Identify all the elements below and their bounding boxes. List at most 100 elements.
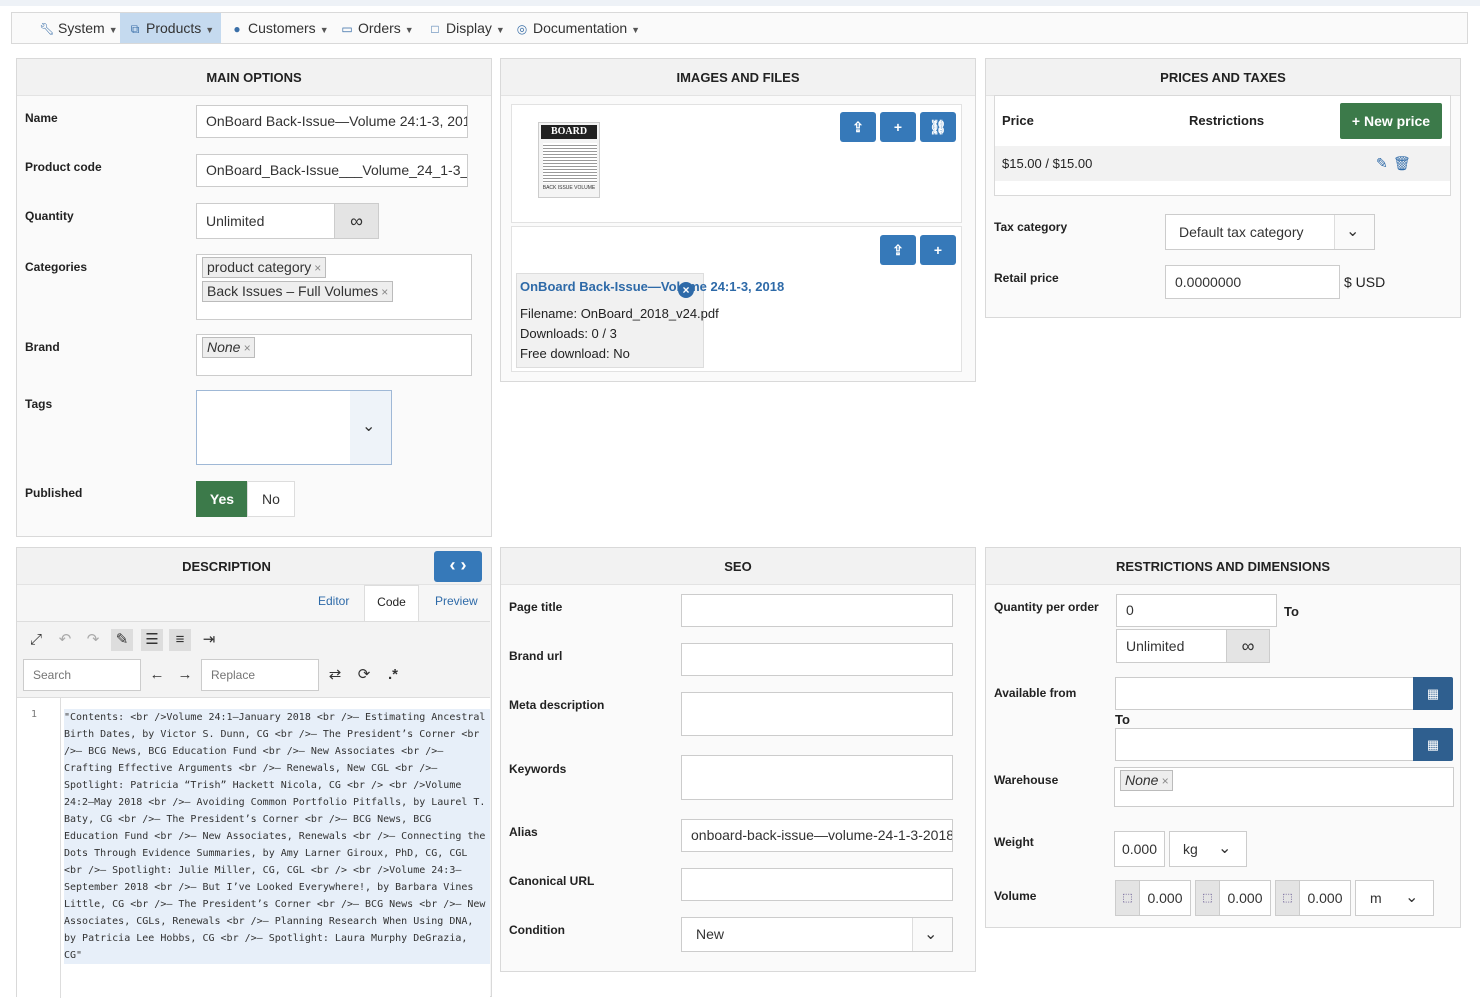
published-label: Published [25,486,83,500]
volume-height-input[interactable]: 0.000 [1299,880,1351,916]
search-input[interactable] [23,659,141,691]
highlight-icon[interactable]: ✎ [111,629,133,651]
add-file-button[interactable]: + [920,235,956,265]
tags-label: Tags [25,397,53,411]
page-title-input[interactable] [681,594,953,627]
volume-unit-select[interactable]: m [1355,880,1434,916]
remove-icon[interactable]: × [1161,774,1168,788]
weight-unit-select[interactable]: kg [1169,831,1247,867]
panel-title: PRICES AND TAXES [986,59,1460,96]
available-from-input[interactable] [1115,677,1415,710]
brand-tag[interactable]: None × [202,337,256,358]
brand-label: Brand [25,340,60,354]
replace-input[interactable] [201,659,319,691]
meta-description-textarea[interactable] [681,692,953,736]
remove-file-icon[interactable]: × [678,282,694,298]
file-title-link[interactable]: OnBoard Back-Issue—Volume 24:1-3, 2018 [520,279,784,294]
cubes-icon: ⧉ [130,22,140,36]
tax-category-label: Tax category [994,220,1068,234]
user-icon: ● [233,22,241,36]
retail-price-input[interactable]: 0.0000000 [1165,265,1340,299]
available-to-input[interactable] [1115,728,1415,761]
product-thumbnail[interactable]: BOARD BACK ISSUE VOLUME [538,122,600,198]
warehouse-tag[interactable]: None × [1120,770,1174,791]
replace-icon[interactable]: ⇄ [324,664,346,686]
add-image-button[interactable]: + [880,112,916,142]
menu-products[interactable]: ⧉ Products ▼ [120,13,222,43]
undo-icon[interactable]: ↶ [54,629,76,651]
quantity-per-order-label: Quantity per order [994,600,1099,614]
replace-all-icon[interactable]: ⟳ [353,664,375,686]
alias-input[interactable]: onboard-back-issue—volume-24-1-3-2018 [681,819,953,852]
upload-image-button[interactable]: ⇪ [840,112,876,142]
canonical-url-label: Canonical URL [509,874,595,888]
quantity-label: Quantity [25,209,74,223]
quantity-unlimited-toggle[interactable]: ∞ [334,203,379,239]
remove-icon[interactable]: × [314,261,321,275]
price-value: $15.00 / $15.00 [1002,156,1093,171]
weight-label: Weight [994,835,1034,849]
category-tag[interactable]: Back Issues – Full Volumes × [202,281,394,302]
keywords-textarea[interactable] [681,755,953,800]
keywords-label: Keywords [509,762,567,776]
upload-file-button[interactable]: ⇪ [880,235,916,265]
menu-documentation[interactable]: ◎ Documentation ▼ [507,13,647,43]
upload-icon: ⇪ [852,119,864,135]
product-code-input[interactable]: OnBoard_Back-Issue___Volume_24_1-3__2018 [196,154,468,187]
delete-price-icon[interactable]: 🗑︎ [1393,155,1411,172]
code-gutter: 1 [17,698,61,998]
plus-icon: + [933,242,943,258]
length-icon: ⬚ [1115,880,1140,916]
published-yes-button[interactable]: Yes [196,481,248,517]
link-image-button[interactable]: ⛓︎ [920,112,956,142]
redo-icon[interactable]: ↷ [82,629,104,651]
category-tag[interactable]: product category × [202,257,327,278]
chevron-down-icon: ⌄ [362,418,376,435]
calendar-icon[interactable]: ▦ [1413,677,1453,710]
tab-preview[interactable]: Preview [435,594,478,608]
published-no-button[interactable]: No [247,481,295,517]
plus-icon: + [893,119,903,135]
panel-title: MAIN OPTIONS [17,59,491,96]
remove-icon[interactable]: × [381,285,388,299]
menu-customers[interactable]: ● Customers ▼ [222,13,336,43]
indent-icon[interactable]: ⇥ [198,629,220,651]
code-toggle-button[interactable]: ‹ › [434,551,482,582]
volume-label: Volume [994,889,1037,903]
chevron-down-icon: ⌄ [1405,889,1419,906]
alias-label: Alias [509,825,538,839]
remove-icon[interactable]: × [243,341,250,355]
link-icon: ⛓︎ [929,119,947,135]
line-numbers-icon[interactable]: ☰ [141,629,163,651]
regex-icon[interactable]: .* [382,664,404,686]
canonical-url-input[interactable] [681,868,953,901]
quantity-max-input[interactable]: Unlimited [1116,629,1228,663]
tab-code[interactable]: Code [364,585,419,621]
code-editor[interactable]: 1 "Contents: <br />Volume 24:1—January 2… [17,697,490,998]
volume-width-input[interactable]: 0.000 [1219,880,1271,916]
square-icon: □ [431,22,439,36]
volume-length-input[interactable]: 0.000 [1139,880,1191,916]
code-content[interactable]: "Contents: <br />Volume 24:1—January 201… [64,709,490,964]
menu-system[interactable]: 🔧︎ System ▼ [32,13,125,43]
main-menubar: 🔧︎ System ▼ ⧉ Products ▼ ● Customers ▼ ▭ Orders… [11,12,1468,44]
name-input[interactable]: OnBoard Back-Issue—Volume 24:1-3, 2018 [196,105,468,138]
new-price-button[interactable]: + New price [1340,103,1442,139]
menu-orders[interactable]: ▭ Orders ▼ [332,13,421,43]
brand-url-input[interactable] [681,643,953,676]
file-filename: Filename: OnBoard_2018_v24.pdf [520,306,719,321]
quantity-min-input[interactable]: 0 [1116,594,1277,627]
panel-title: DESCRIPTION [17,548,491,585]
calendar-icon[interactable]: ▦ [1413,728,1453,761]
menu-display[interactable]: □ Display ▼ [420,13,512,43]
tab-editor[interactable]: Editor [318,594,349,608]
restrictions-column-header: Restrictions [1189,113,1265,128]
weight-input[interactable]: 0.000 [1114,831,1165,867]
find-previous-icon[interactable]: ← [146,664,168,686]
edit-price-icon[interactable]: ✎ [1376,155,1388,172]
find-next-icon[interactable]: → [174,664,196,686]
quantity-max-unlimited-toggle[interactable]: ∞ [1226,629,1270,663]
wrap-icon[interactable]: ≡ [169,629,191,651]
quantity-input[interactable]: Unlimited [196,203,336,239]
fullscreen-icon[interactable]: ⤢ [25,629,47,651]
